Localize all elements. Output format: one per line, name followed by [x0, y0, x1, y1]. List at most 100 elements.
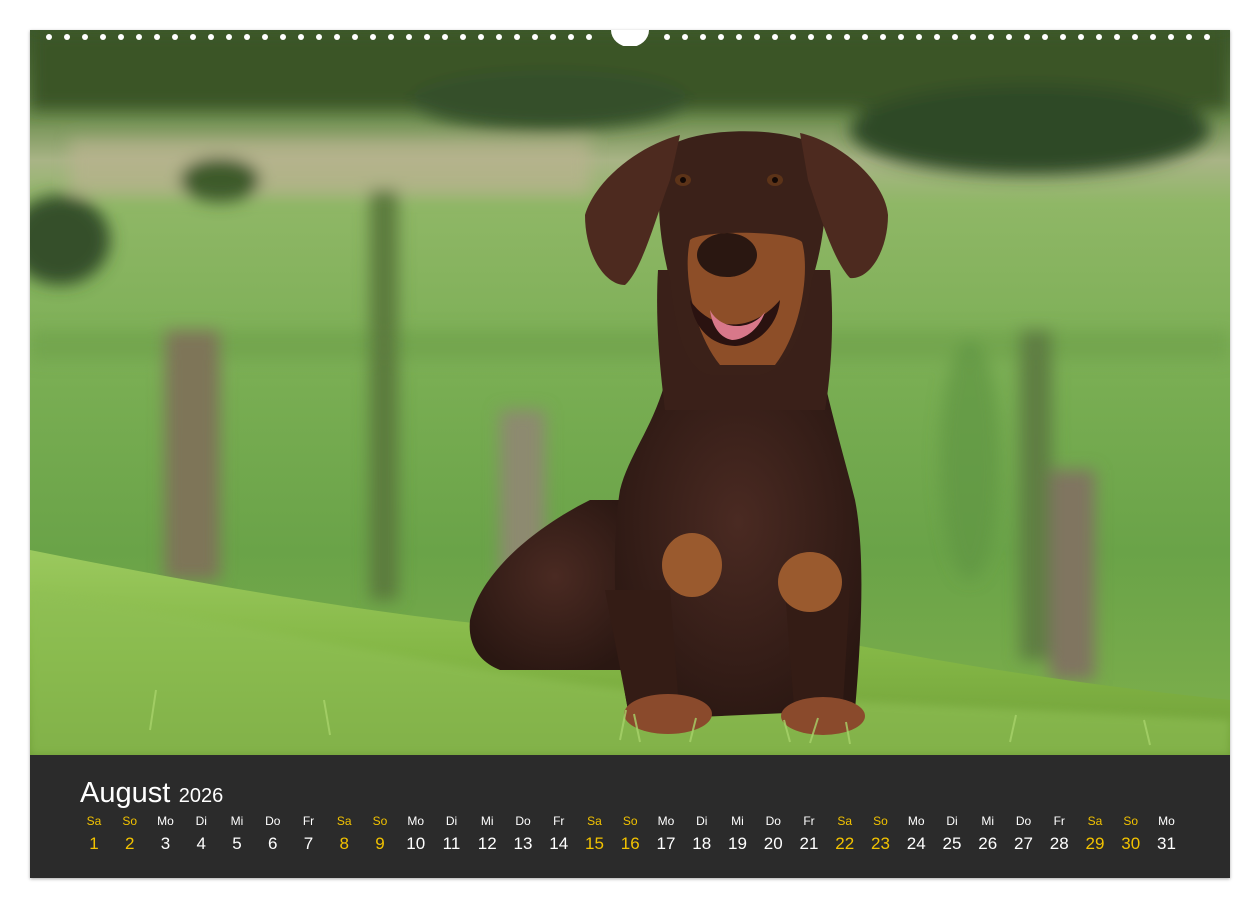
- day-number: 19: [728, 834, 747, 853]
- calendar-day: So 9: [362, 813, 398, 853]
- calendar-day: Fr 21: [791, 813, 827, 853]
- day-number: 4: [196, 834, 206, 853]
- day-number: 12: [477, 834, 497, 853]
- day-number: 18: [692, 834, 712, 853]
- day-number: 24: [906, 834, 926, 853]
- calendar-day: Di 18: [684, 813, 720, 853]
- weekday-label: Sa: [86, 814, 102, 828]
- weekday-label: Mo: [157, 814, 174, 828]
- day-number: 7: [303, 834, 314, 853]
- calendar-day: Do 6: [255, 813, 291, 853]
- weekday-label: Do: [265, 814, 281, 828]
- calendar-day: Mi 19: [720, 813, 756, 853]
- day-number: 10: [406, 834, 426, 853]
- weekday-label: Di: [445, 814, 458, 828]
- calendar-day: Sa 22: [827, 813, 863, 853]
- day-number: 29: [1085, 834, 1105, 853]
- weekday-label: Fr: [553, 814, 565, 828]
- weekday-label: Di: [195, 814, 207, 828]
- day-number: 31: [1157, 834, 1176, 853]
- calendar-day: Di 4: [183, 813, 219, 853]
- wire-binding: [30, 30, 1230, 46]
- weekday-label: So: [873, 814, 888, 828]
- calendar-day: Mo 17: [648, 813, 684, 853]
- weekday-label: Do: [765, 814, 781, 828]
- year: 2026: [178, 785, 224, 807]
- weekday-label: Fr: [1053, 814, 1065, 828]
- calendar-strip: August 2026 Sa 1 So 2 Mo 3 Di 4 Mi 5 Do 6 Fr 7 Sa 8 So 9 M…: [30, 755, 1230, 878]
- day-number: 13: [513, 834, 533, 853]
- day-number: 28: [1049, 834, 1069, 853]
- month-title: August 2026: [80, 777, 223, 810]
- calendar-day: Mo 3: [148, 813, 184, 853]
- calendar-day: Sa 15: [577, 813, 613, 853]
- weekday-label: Do: [515, 814, 531, 828]
- weekday-label: Sa: [587, 814, 602, 828]
- day-number: 26: [978, 834, 998, 853]
- day-number: 8: [339, 834, 349, 853]
- weekday-label: Mi: [230, 814, 244, 828]
- day-number: 16: [620, 834, 640, 853]
- weekday-label: Mi: [480, 814, 494, 828]
- weekday-label: So: [122, 814, 138, 828]
- day-number: 6: [268, 834, 278, 853]
- calendar-day: Sa 8: [326, 813, 362, 853]
- day-number: 11: [442, 834, 461, 853]
- calendar-day: Fr 14: [541, 813, 577, 853]
- weekday-label: Sa: [336, 814, 352, 828]
- calendar-day: Mi 12: [469, 813, 505, 853]
- weekday-label: Fr: [803, 814, 815, 828]
- weekday-label: Di: [946, 814, 958, 828]
- calendar-day: Mi 5: [219, 813, 255, 853]
- calendar-day: So 16: [612, 813, 648, 853]
- calendar-page: August 2026 Sa 1 So 2 Mo 3 Di 4 Mi 5 Do 6 Fr 7 Sa 8 So 9 M…: [30, 30, 1230, 878]
- calendar-day: So 2: [112, 813, 148, 853]
- calendar-day: Mo 24: [898, 813, 934, 853]
- calendar-day: Do 13: [505, 813, 541, 853]
- weekday-label: Sa: [837, 814, 853, 828]
- day-number: 9: [375, 834, 385, 853]
- day-row: Sa 1 So 2 Mo 3 Di 4 Mi 5 Do 6 Fr 7 Sa 8 So 9 Mo 10 Di 11 Mi 12 D…: [76, 813, 1196, 873]
- weekday-label: Di: [696, 814, 708, 828]
- calendar-day: Sa 1: [76, 813, 112, 853]
- day-number: 20: [763, 834, 783, 853]
- calendar-day: Di 25: [934, 813, 970, 853]
- calendar-day: Mi 26: [970, 813, 1006, 853]
- weekday-label: So: [1123, 814, 1139, 828]
- calendar-day: Di 11: [434, 813, 470, 853]
- weekday-label: Sa: [1087, 814, 1103, 828]
- weekday-label: Mo: [407, 814, 425, 828]
- calendar-day: Fr 28: [1041, 813, 1077, 853]
- calendar-day: So 23: [863, 813, 899, 853]
- calendar-day: Mo 10: [398, 813, 434, 853]
- weekday-label: Mo: [907, 814, 925, 828]
- day-number: 21: [799, 834, 819, 853]
- dog-photo: [30, 30, 1230, 755]
- day-number: 22: [835, 834, 855, 853]
- calendar-day: Do 27: [1006, 813, 1042, 853]
- calendar-day: Do 20: [755, 813, 791, 853]
- calendar-day: Fr 7: [291, 813, 327, 853]
- weekday-label: Fr: [302, 814, 315, 828]
- weekday-label: Mo: [657, 814, 675, 828]
- weekday-label: So: [622, 814, 638, 828]
- day-number: 17: [656, 834, 676, 853]
- day-number: 3: [160, 834, 171, 853]
- day-number: 2: [125, 834, 135, 853]
- day-number: 5: [232, 834, 242, 853]
- month-name: August: [80, 777, 171, 809]
- weekday-label: Mi: [981, 814, 995, 828]
- day-number: 27: [1014, 834, 1033, 853]
- weekday-label: Do: [1015, 814, 1032, 828]
- day-number: 14: [549, 834, 569, 853]
- weekday-label: Mo: [1158, 814, 1175, 828]
- day-number: 23: [871, 834, 890, 853]
- calendar-day: Sa 29: [1077, 813, 1113, 853]
- day-number: 15: [585, 834, 604, 853]
- weekday-label: So: [372, 814, 388, 828]
- weekday-label: Mi: [731, 814, 744, 828]
- day-number: 30: [1121, 834, 1141, 853]
- calendar-day: Mo 31: [1149, 813, 1185, 853]
- day-number: 25: [942, 834, 962, 853]
- calendar-day: So 30: [1113, 813, 1149, 853]
